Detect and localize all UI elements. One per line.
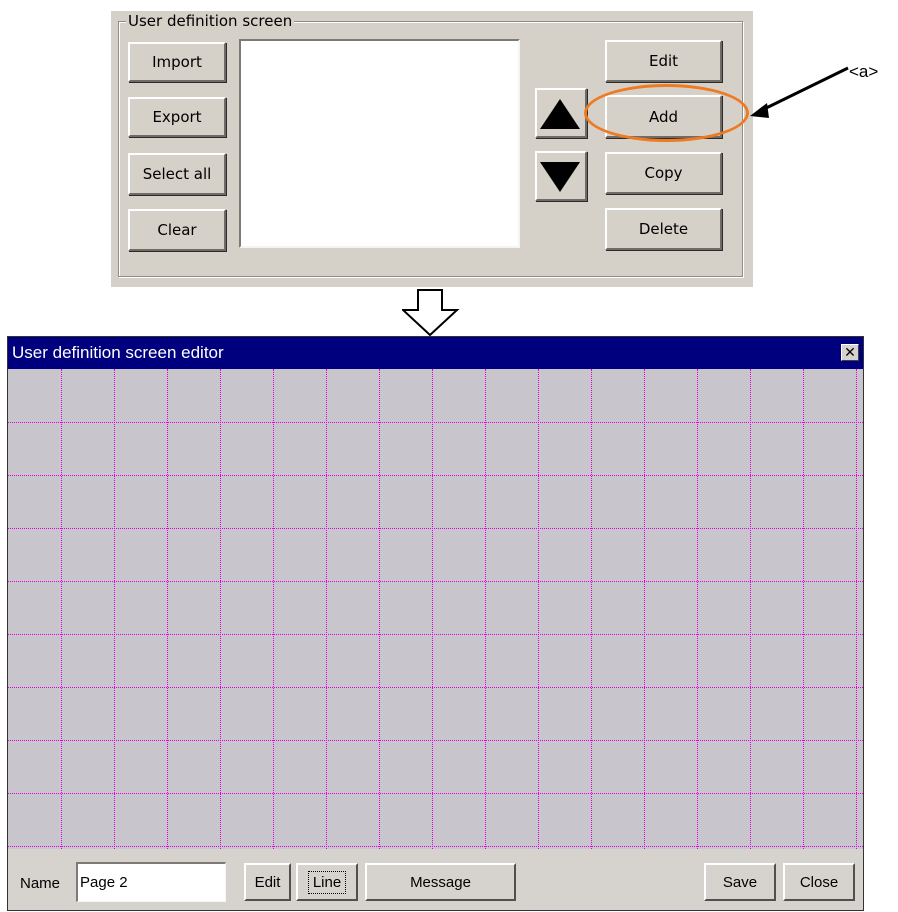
- name-label: Name: [20, 875, 61, 892]
- grid-line-horizontal: [8, 793, 863, 794]
- user-definition-screen-panel: User definition screen Import Export Sel…: [111, 11, 753, 287]
- user-definition-screen-editor-window: User definition screen editor ✕ Name Edi…: [7, 336, 864, 911]
- down-arrow-outline-icon: [402, 289, 460, 337]
- message-button[interactable]: Message: [365, 863, 516, 901]
- grid-line-vertical: [167, 369, 168, 849]
- delete-button[interactable]: Delete: [605, 208, 722, 250]
- grid-line-horizontal: [8, 581, 863, 582]
- screen-list[interactable]: [239, 39, 520, 248]
- close-icon: ✕: [844, 344, 856, 361]
- grid-line-horizontal: [8, 740, 863, 741]
- close-window-button[interactable]: ✕: [841, 344, 859, 361]
- edit-button[interactable]: Edit: [244, 863, 291, 901]
- select-all-button[interactable]: Select all: [128, 153, 226, 195]
- grid-line-vertical: [803, 369, 804, 849]
- group-title: User definition screen: [126, 12, 295, 30]
- line-button-label: Line: [307, 870, 347, 894]
- clear-button[interactable]: Clear: [128, 209, 226, 251]
- grid-line-vertical: [432, 369, 433, 849]
- export-button[interactable]: Export: [128, 97, 226, 137]
- callout-arrow: [750, 66, 849, 118]
- grid-line-vertical: [750, 369, 751, 849]
- grid-line-vertical: [379, 369, 380, 849]
- grid-line-vertical: [856, 369, 857, 849]
- window-title: User definition screen editor: [12, 343, 224, 362]
- grid-line-vertical: [538, 369, 539, 849]
- line-button[interactable]: Line: [296, 863, 358, 901]
- grid-line-horizontal: [8, 422, 863, 423]
- name-input[interactable]: [76, 862, 226, 902]
- triangle-up-icon: [540, 99, 580, 129]
- grid-line-vertical: [591, 369, 592, 849]
- close-button[interactable]: Close: [783, 863, 855, 901]
- callout-label: <a>: [849, 62, 879, 81]
- edit-button[interactable]: Edit: [605, 40, 722, 82]
- grid-line-vertical: [114, 369, 115, 849]
- grid-line-vertical: [273, 369, 274, 849]
- grid-line-vertical: [326, 369, 327, 849]
- save-button[interactable]: Save: [704, 863, 776, 901]
- grid-line-vertical: [485, 369, 486, 849]
- grid-line-vertical: [220, 369, 221, 849]
- move-up-button[interactable]: [535, 88, 587, 138]
- title-bar: User definition screen editor ✕: [8, 337, 863, 369]
- triangle-down-icon: [540, 162, 580, 192]
- grid-line-horizontal: [8, 528, 863, 529]
- grid-line-vertical: [644, 369, 645, 849]
- grid-line-vertical: [61, 369, 62, 849]
- grid-line-horizontal: [8, 634, 863, 635]
- grid-line-horizontal: [8, 475, 863, 476]
- import-button[interactable]: Import: [128, 42, 226, 82]
- add-button[interactable]: Add: [605, 95, 722, 138]
- grid-line-horizontal: [8, 846, 863, 847]
- grid-line-vertical: [697, 369, 698, 849]
- grid-line-horizontal: [8, 687, 863, 688]
- editor-canvas[interactable]: [8, 369, 863, 849]
- copy-button[interactable]: Copy: [605, 152, 722, 194]
- move-down-button[interactable]: [535, 151, 587, 201]
- editor-toolbar: Name Edit Line Message Save Close: [8, 849, 863, 910]
